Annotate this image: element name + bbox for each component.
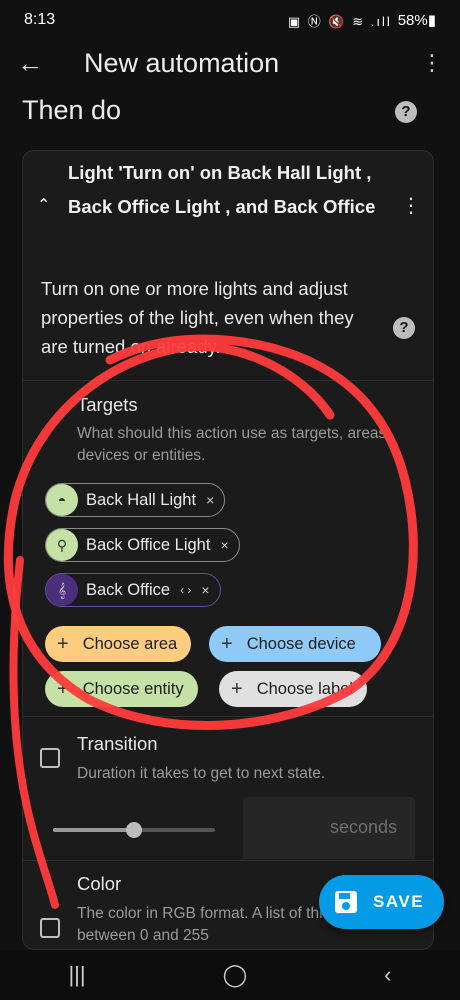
action-description: Turn on one or more lights and adjust pr… [41, 278, 354, 357]
targets-description: What should this action use as targets, … [77, 425, 391, 464]
target-chip-label: Back Office Light [86, 535, 211, 554]
transition-title: Transition [77, 733, 158, 754]
action-help-icon[interactable]: ? [393, 317, 415, 339]
expand-icon[interactable]: ‹ › [180, 583, 191, 597]
choose-area-button[interactable]: + Choose area [45, 626, 192, 662]
transition-seconds-input[interactable]: seconds [243, 797, 415, 859]
system-nav-bar: ||| ◯ ‹ [0, 950, 460, 1000]
floppy-disk-icon [335, 891, 357, 913]
section-title: Then do [22, 95, 122, 125]
target-chip-label: Back Hall Light [86, 490, 197, 509]
close-icon[interactable]: × [206, 492, 214, 508]
plus-icon: + [221, 632, 233, 655]
save-label: SAVE [373, 892, 425, 911]
music-note-icon: 𝄞 [46, 574, 78, 606]
seconds-unit: seconds [329, 817, 397, 837]
page-title: New automation [84, 47, 280, 78]
action-title: Light 'Turn on' on Back Hall Light , Bac… [68, 162, 376, 217]
status-bar: 8:13 ▣ Ⓝ 🔇 ≋ .ıll 58%▮ [0, 0, 460, 40]
ceiling-light-icon: ◓ [46, 484, 78, 516]
plus-icon: + [57, 632, 69, 655]
transition-checkbox[interactable] [40, 748, 60, 768]
target-chip[interactable]: 𝄞 Back Office ‹ › × [45, 573, 221, 607]
close-icon[interactable]: × [201, 582, 209, 598]
plus-icon: + [231, 677, 243, 700]
back-icon[interactable]: ‹ [384, 962, 391, 988]
home-icon[interactable]: ◯ [223, 962, 248, 988]
close-icon[interactable]: × [220, 537, 228, 553]
choose-label-button[interactable]: + Choose label [219, 671, 368, 707]
app-bar: ← New automation ⋮ [0, 40, 460, 86]
color-title: Color [77, 873, 122, 894]
targets-title: Targets [77, 394, 138, 415]
transition-description: Duration it takes to get to next state. [77, 765, 326, 782]
pendant-light-icon: ⚲ [46, 529, 78, 561]
target-chip[interactable]: ◓ Back Hall Light × [45, 483, 226, 517]
target-chip-label: Back Office [86, 580, 171, 599]
divider [23, 716, 433, 717]
choose-entity-button[interactable]: + Choose entity [45, 671, 198, 707]
help-icon[interactable]: ? [395, 101, 417, 123]
action-card-header[interactable]: ⌃ Light 'Turn on' on Back Hall Light , B… [23, 151, 433, 263]
color-checkbox[interactable] [40, 918, 60, 938]
back-arrow-icon[interactable]: ← [0, 48, 60, 79]
divider [23, 380, 433, 381]
overflow-menu-icon[interactable]: ⋮ [404, 50, 460, 76]
save-button[interactable]: SAVE [319, 875, 444, 929]
transition-slider-fill [53, 828, 133, 832]
recents-icon[interactable]: ||| [68, 962, 85, 988]
action-card: ⌃ Light 'Turn on' on Back Hall Light , B… [22, 150, 434, 950]
chevron-up-icon[interactable]: ⌃ [37, 195, 50, 215]
target-chip[interactable]: ⚲ Back Office Light × [45, 528, 240, 562]
action-menu-icon[interactable]: ⋮ [401, 193, 421, 218]
status-icons: ▣ Ⓝ 🔇 ≋ .ıll [287, 13, 392, 29]
plus-icon: + [57, 677, 69, 700]
transition-slider-thumb[interactable] [126, 822, 142, 838]
divider [23, 860, 433, 861]
choose-device-button[interactable]: + Choose device [209, 626, 381, 662]
status-time: 8:13 [24, 11, 56, 28]
battery-level: 58%▮ [397, 12, 436, 29]
